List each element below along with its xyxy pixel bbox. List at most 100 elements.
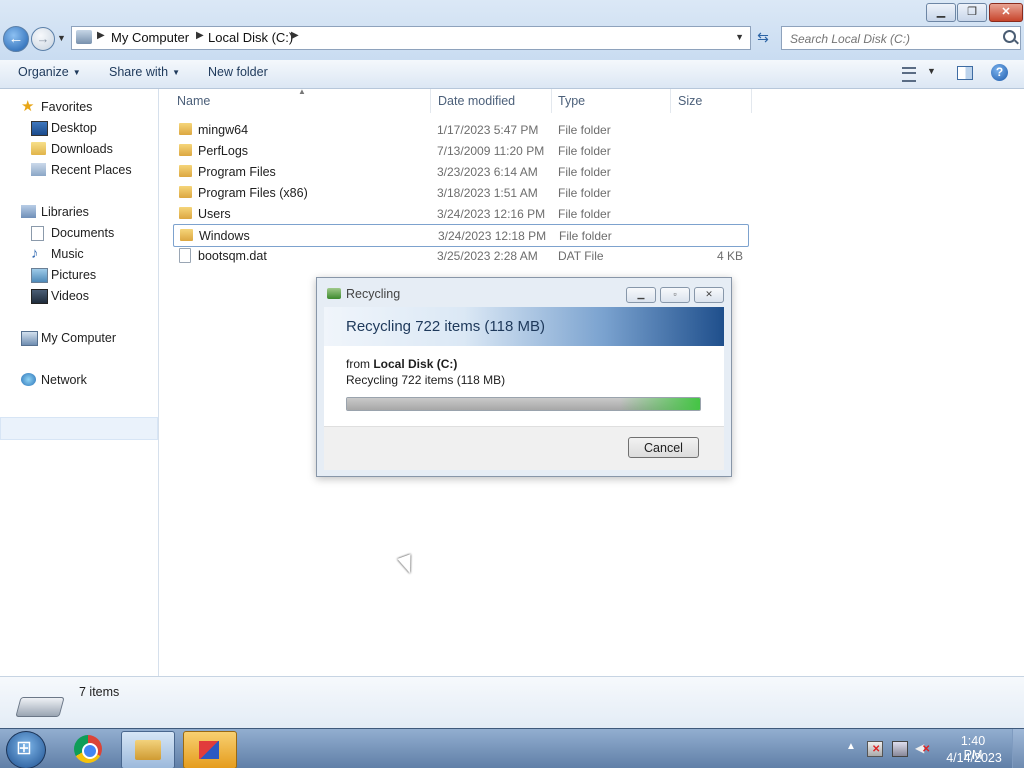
address-bar[interactable]: ▶ My Computer ▶ Local Disk (C:) ▶ ▼ xyxy=(71,26,751,50)
file-date: 3/24/2023 12:18 PM xyxy=(438,229,547,243)
documents-icon xyxy=(31,226,44,241)
start-button[interactable] xyxy=(6,731,46,768)
explorer-icon xyxy=(135,740,161,760)
file-row[interactable]: bootsqm.dat 3/25/2023 2:28 AM DAT File 4… xyxy=(173,245,747,266)
column-divider[interactable] xyxy=(551,89,552,113)
file-name: Windows xyxy=(199,229,250,243)
column-date-modified[interactable]: Date modified xyxy=(438,94,515,108)
maximize-button[interactable]: ❐ xyxy=(957,3,987,22)
file-date: 3/23/2023 6:14 AM xyxy=(437,165,538,179)
clock-date[interactable]: 4/14/2023 xyxy=(944,751,1004,765)
sidebar-item-label: Network xyxy=(41,373,87,387)
breadcrumb-local-disk[interactable]: Local Disk (C:) xyxy=(208,30,293,45)
new-folder-button[interactable]: New folder xyxy=(208,65,268,79)
sidebar-item-network[interactable]: Network xyxy=(21,370,87,390)
sidebar-item-documents[interactable]: Documents xyxy=(31,223,114,243)
from-location: Local Disk (C:) xyxy=(373,357,458,371)
back-button[interactable]: ← xyxy=(3,26,29,52)
sidebar-item-pictures[interactable]: Pictures xyxy=(31,265,97,285)
views-icon[interactable] xyxy=(902,67,916,82)
column-name[interactable]: Name xyxy=(177,94,210,108)
dialog-close-button[interactable]: ✕ xyxy=(694,287,724,303)
sidebar-item-label: Recent Places xyxy=(51,163,132,177)
file-date: 1/17/2023 5:47 PM xyxy=(437,123,539,137)
file-row[interactable]: Program Files 3/23/2023 6:14 AM File fol… xyxy=(173,161,747,182)
breadcrumb-separator-icon[interactable]: ▶ xyxy=(97,30,105,41)
from-line: from Local Disk (C:) xyxy=(346,357,457,371)
taskbar-explorer[interactable] xyxy=(121,731,175,768)
network-tray-icon[interactable] xyxy=(892,741,908,757)
preview-pane-icon[interactable] xyxy=(957,66,973,80)
cancel-button[interactable]: Cancel xyxy=(628,437,699,458)
sidebar-item-desktop[interactable]: Desktop xyxy=(31,118,97,138)
file-type: File folder xyxy=(558,165,611,179)
star-icon: ★ xyxy=(21,98,35,115)
file-row[interactable]: Program Files (x86) 3/18/2023 1:51 AM Fi… xyxy=(173,182,747,203)
sidebar-libraries[interactable]: Libraries xyxy=(21,202,89,222)
sidebar-item-videos[interactable]: Videos xyxy=(31,286,89,306)
help-icon[interactable]: ? xyxy=(991,64,1008,81)
dialog-maximize-button[interactable]: ▫ xyxy=(660,287,690,303)
taskbar: ▲ 1:40 PM 4/14/2023 xyxy=(0,728,1024,768)
recent-pages-chevron-icon[interactable]: ▼ xyxy=(57,33,66,43)
file-name: Users xyxy=(198,207,231,221)
column-divider[interactable] xyxy=(670,89,671,113)
breadcrumb-separator-icon[interactable]: ▶ xyxy=(291,30,299,41)
file-type: File folder xyxy=(559,229,612,243)
folder-icon xyxy=(179,144,192,156)
share-with-menu[interactable]: Share with ▼ xyxy=(109,65,180,79)
forward-arrow-icon: → xyxy=(36,31,50,46)
file-type: File folder xyxy=(558,207,611,221)
column-divider[interactable] xyxy=(430,89,431,113)
column-type[interactable]: Type xyxy=(558,94,585,108)
sidebar-item-my-computer[interactable]: My Computer xyxy=(21,328,116,348)
sidebar-item-label: Pictures xyxy=(51,268,97,282)
sidebar-favorites[interactable]: ★ Favorites xyxy=(21,97,92,117)
item-count: 7 items xyxy=(79,685,120,699)
taskbar-app[interactable] xyxy=(183,731,237,768)
search-icon[interactable] xyxy=(1003,30,1016,43)
minimize-button[interactable]: ▁ xyxy=(926,3,956,22)
organize-menu[interactable]: Organize ▼ xyxy=(18,65,81,79)
sidebar-item-recent-places[interactable]: Recent Places xyxy=(31,160,132,180)
file-row[interactable]: PerfLogs 7/13/2009 11:20 PM File folder xyxy=(173,140,747,161)
show-hidden-icons-icon[interactable]: ▲ xyxy=(846,741,856,752)
breadcrumb-my-computer[interactable]: My Computer xyxy=(111,30,189,45)
dialog-title: Recycling xyxy=(346,287,401,301)
action-center-icon[interactable] xyxy=(867,741,883,757)
address-dropdown-icon[interactable]: ▼ xyxy=(735,32,744,42)
sidebar-item-music[interactable]: ♪ Music xyxy=(31,244,84,264)
views-chevron-icon[interactable]: ▼ xyxy=(927,66,936,76)
show-desktop-button[interactable] xyxy=(1012,729,1024,768)
pictures-icon xyxy=(31,268,48,283)
libraries-icon xyxy=(21,205,36,218)
search-box[interactable] xyxy=(781,26,1021,50)
sidebar-item-downloads[interactable]: Downloads xyxy=(31,139,113,159)
close-button[interactable]: ✕ xyxy=(989,3,1023,22)
dialog-footer: Cancel xyxy=(324,426,724,470)
column-divider[interactable] xyxy=(751,89,752,113)
file-row[interactable]: Windows 3/24/2023 12:18 PM File folder xyxy=(173,224,749,247)
file-size: 4 KB xyxy=(716,249,743,263)
dialog-minimize-button[interactable]: ▁ xyxy=(626,287,656,303)
column-size[interactable]: Size xyxy=(678,94,702,108)
app-icon xyxy=(199,741,219,759)
sidebar-item-label: Downloads xyxy=(51,142,113,156)
file-date: 3/18/2023 1:51 AM xyxy=(437,186,538,200)
file-row[interactable]: mingw64 1/17/2023 5:47 PM File folder xyxy=(173,119,747,140)
refresh-icon[interactable]: ⇆ xyxy=(753,27,773,47)
command-bar: Organize ▼ Share with ▼ New folder ▼ ? xyxy=(0,60,1024,89)
breadcrumb-separator-icon[interactable]: ▶ xyxy=(196,30,204,41)
sort-ascending-icon: ▲ xyxy=(298,87,306,96)
file-name: PerfLogs xyxy=(198,144,249,158)
search-input[interactable] xyxy=(788,29,992,49)
back-arrow-icon: ← xyxy=(8,30,24,47)
desktop-icon xyxy=(31,121,48,136)
sidebar-item-label: Music xyxy=(51,247,84,261)
forward-button[interactable]: → xyxy=(31,27,55,51)
navigation-pane: ★ Favorites Desktop Downloads Recent Plac… xyxy=(0,89,159,676)
taskbar-chrome[interactable] xyxy=(62,731,114,767)
file-row[interactable]: Users 3/24/2023 12:16 PM File folder xyxy=(173,203,747,224)
chevron-down-icon: ▼ xyxy=(72,68,81,77)
volume-muted-icon[interactable] xyxy=(915,741,930,755)
